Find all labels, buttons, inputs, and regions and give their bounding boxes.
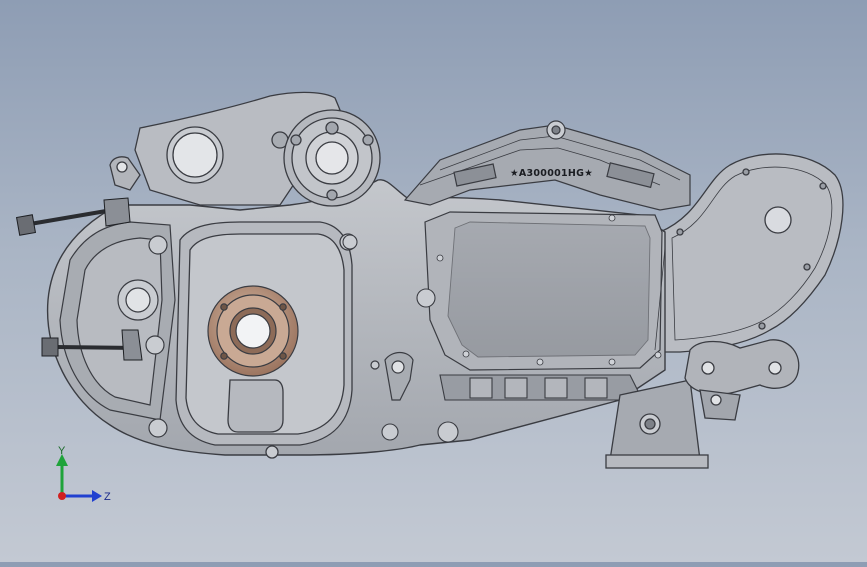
coordinate-triad: Y Z (40, 438, 120, 518)
engine-case-model[interactable]: ★A300001HG★ (0, 0, 867, 562)
left-inner-housing (59, 221, 176, 438)
y-axis-label: Y (58, 445, 66, 457)
upper-chain-housing: ★A300001HG★ (403, 120, 691, 211)
serial-number-marking: ★A300001HG★ (510, 168, 593, 179)
x-axis-dot (58, 492, 66, 500)
cover-recess (447, 221, 651, 358)
output-shaft-seal (207, 285, 299, 377)
cad-graphics-viewport[interactable]: ★A300001HG★ (0, 0, 867, 562)
z-axis-label: Z (104, 491, 111, 503)
camshaft-boss (283, 109, 381, 207)
